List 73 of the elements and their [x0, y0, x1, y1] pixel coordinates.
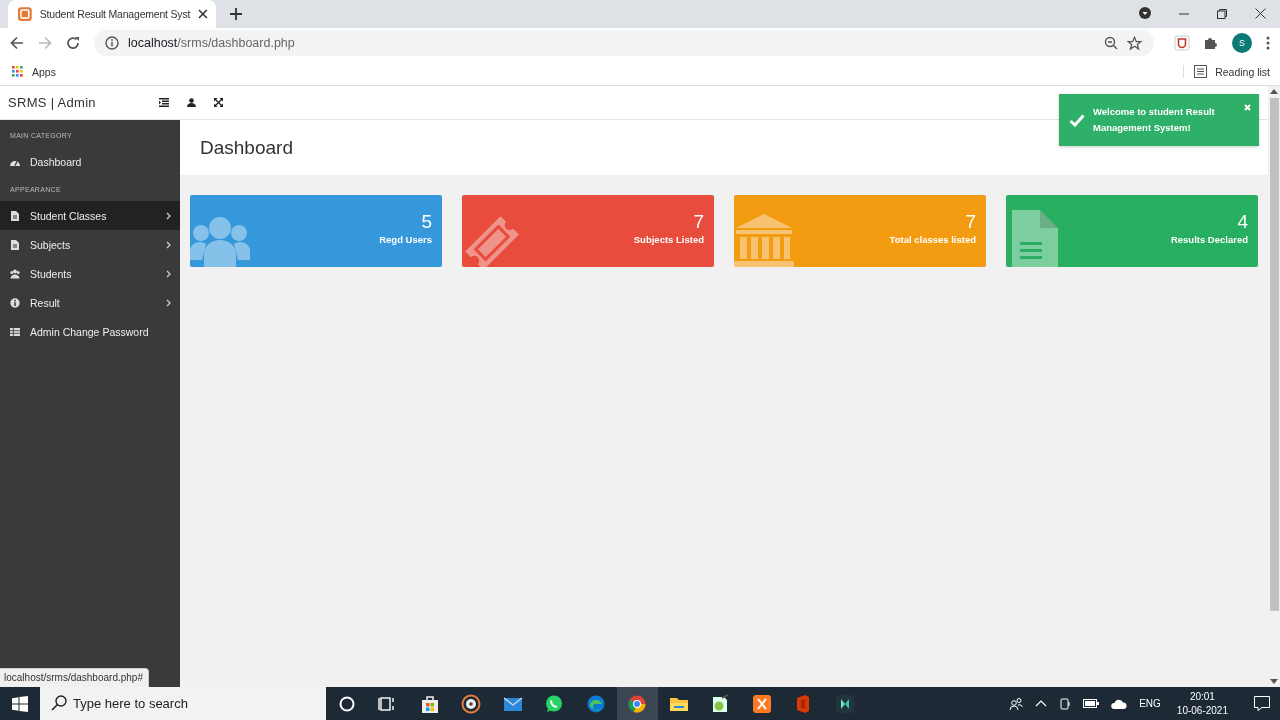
language-indicator[interactable]: ENG: [1139, 698, 1161, 709]
users-icon: [10, 268, 20, 279]
info-icon: [105, 36, 119, 50]
profile-avatar[interactable]: S: [1232, 33, 1252, 53]
clock-time[interactable]: 20:01: [1176, 689, 1228, 704]
site-icon: [18, 7, 32, 21]
chat-icon[interactable]: [544, 693, 565, 714]
check-icon: [1069, 113, 1085, 127]
cloud-icon[interactable]: [1111, 698, 1128, 709]
stat-value: 5: [420, 212, 432, 232]
stat-label: Results Declared: [1170, 234, 1248, 245]
device-icon[interactable]: [1059, 697, 1072, 710]
close-icon[interactable]: [1255, 8, 1266, 19]
puzzle-icon[interactable]: [1204, 36, 1218, 50]
zoom-out-icon[interactable]: [1104, 36, 1118, 50]
star-icon[interactable]: [1127, 35, 1142, 51]
stat-value: 7: [692, 212, 704, 232]
document-icon: [10, 239, 20, 250]
toast-message: Welcome to student Result Management System!: [1093, 105, 1216, 135]
scrollbar[interactable]: [1268, 86, 1280, 687]
reading-list-button[interactable]: Reading list: [1183, 65, 1270, 78]
xampp-icon[interactable]: [751, 693, 772, 714]
search-icon: [51, 695, 67, 711]
user-icon[interactable]: [187, 98, 196, 107]
search-field[interactable]: Type here to search: [40, 687, 326, 720]
dropdown-icon[interactable]: [1139, 7, 1151, 19]
menu-toggle-icon[interactable]: [159, 98, 169, 107]
reload-icon[interactable]: [66, 36, 80, 50]
windows-icon: [12, 695, 28, 712]
notepad-icon[interactable]: [710, 693, 731, 714]
stat-value: 4: [1236, 212, 1248, 232]
close-icon[interactable]: [198, 9, 208, 19]
back-icon[interactable]: [10, 36, 24, 50]
extension-icon[interactable]: [1174, 35, 1190, 51]
notification-icon[interactable]: [1254, 696, 1270, 711]
clock-date[interactable]: 10-06-2021: [1176, 703, 1228, 718]
expand-icon[interactable]: [214, 98, 223, 107]
status-url: localhost/srms/dashboard.php#: [0, 668, 149, 687]
browser-tab[interactable]: Student Result Management Syst: [8, 0, 216, 28]
chevron-up-icon[interactable]: [1035, 700, 1048, 707]
store-icon[interactable]: [419, 693, 440, 714]
document-icon: [10, 210, 20, 221]
apps-bookmark[interactable]: Apps: [12, 65, 56, 78]
page-title: Dashboard: [200, 136, 293, 159]
disc-icon[interactable]: [461, 693, 482, 714]
menu-icon[interactable]: [1266, 36, 1270, 50]
scroll-down-icon[interactable]: [1270, 679, 1278, 684]
battery-icon[interactable]: [1083, 699, 1100, 708]
info-icon: [10, 297, 20, 308]
stat-value: 7: [964, 212, 976, 232]
stat-label: Subjects Listed: [633, 234, 704, 245]
scroll-up-icon[interactable]: [1270, 89, 1278, 94]
maximize-icon[interactable]: [1217, 9, 1227, 19]
sidebar-item[interactable]: Result: [0, 288, 180, 317]
stat-label: Total classes listed: [889, 234, 976, 245]
address-bar[interactable]: localhost/srms/dashboard.php: [94, 30, 1154, 56]
table-icon: [10, 326, 20, 337]
list-icon: [1194, 65, 1208, 78]
edge-icon[interactable]: [585, 693, 606, 714]
people-icon[interactable]: [1009, 696, 1024, 711]
chrome-icon[interactable]: [627, 693, 648, 714]
stat-label: Regd Users: [379, 234, 432, 245]
video-editor-icon[interactable]: [834, 693, 855, 714]
sidebar-item[interactable]: Students: [0, 259, 180, 288]
sidebar-item[interactable]: Student Classes: [0, 201, 180, 230]
sidebar-item[interactable]: Dashboard: [0, 147, 180, 176]
brand-title: SRMS | Admin: [7, 95, 97, 110]
new-tab-icon[interactable]: [230, 8, 242, 20]
apps-icon: [12, 65, 24, 78]
forward-icon: [38, 36, 52, 50]
sidebar-item[interactable]: Subjects: [0, 230, 180, 259]
stat-card[interactable]: 7 Subjects Listed: [462, 195, 714, 267]
sidebar-item[interactable]: Admin Change Password: [0, 317, 180, 346]
